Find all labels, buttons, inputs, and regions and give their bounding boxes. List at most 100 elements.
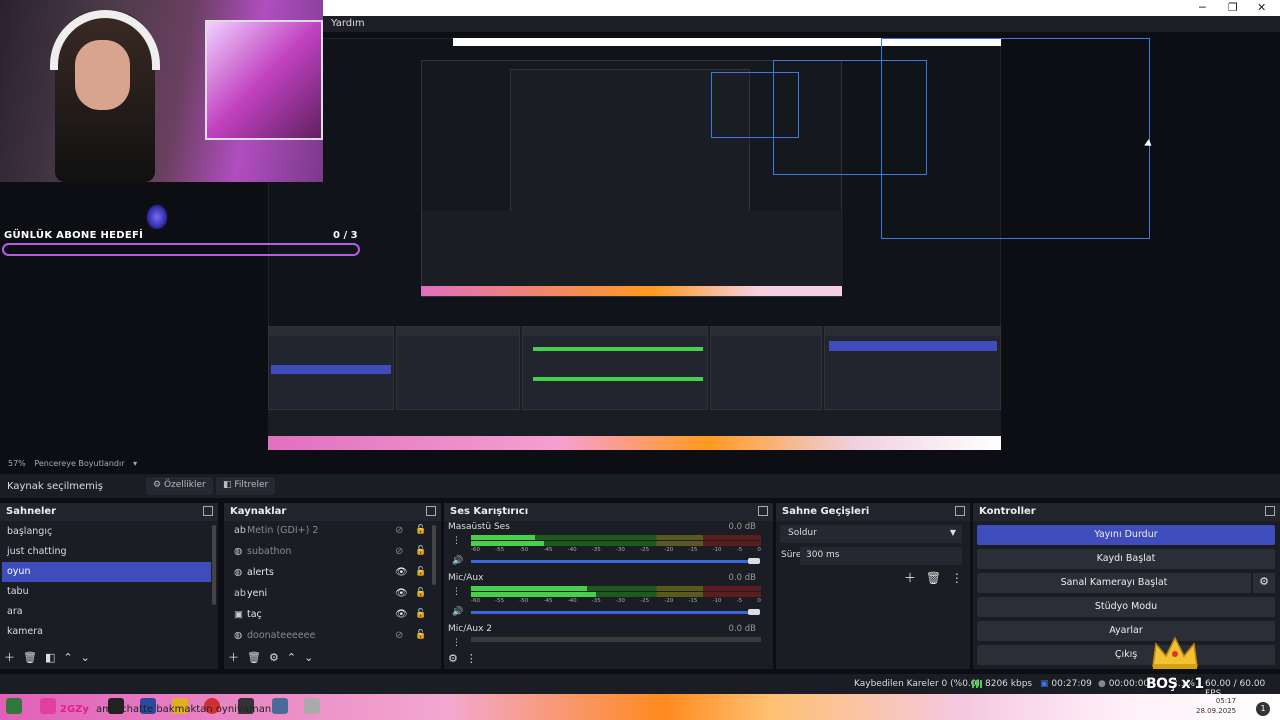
volume-meter [471, 535, 761, 540]
lock-icon[interactable]: 🔓 [415, 525, 426, 535]
menu-dots-icon[interactable]: ⋮ [951, 571, 963, 585]
channel-name: Mic/Aux [448, 573, 484, 583]
exit-button[interactable]: Çıkış [977, 645, 1275, 665]
volume-meter [471, 541, 761, 546]
lock-icon[interactable]: 🔓 [415, 546, 426, 556]
scenes-dock: Sahneler başlangıç just chatting oyun tabu a… [0, 503, 218, 669]
eye-off-icon[interactable]: ⊘ [395, 525, 403, 536]
slider-handle[interactable] [748, 609, 760, 615]
source-item[interactable]: ◍ subathon ⊘ 🔓 [230, 543, 430, 563]
tick-label: -15 [688, 598, 698, 604]
chevron-up-icon[interactable]: ⌃ [287, 651, 296, 664]
settings-button[interactable]: Ayarlar [977, 621, 1275, 641]
source-item[interactable]: ▣ taç 👁 🔓 [230, 606, 430, 626]
lock-icon[interactable]: 🔓 [415, 609, 426, 619]
tick-label: -45 [543, 547, 553, 553]
chevron-up-icon[interactable]: ⌃ [63, 651, 72, 664]
tick-label: -25 [640, 598, 650, 604]
volume-slider[interactable] [471, 558, 760, 564]
undock-icon[interactable] [426, 506, 436, 516]
eye-icon[interactable]: 👁 [395, 588, 408, 599]
lock-icon[interactable]: 🔓 [415, 567, 426, 577]
filter-icon[interactable]: ◧ [45, 651, 55, 664]
scene-item[interactable]: başlangıç [2, 522, 211, 542]
minimize-button[interactable]: ─ [1199, 1, 1206, 14]
transition-select[interactable]: Soldur ▼ [780, 525, 962, 543]
advanced-audio-icon[interactable]: ⚙ [448, 652, 458, 665]
source-item[interactable]: abyeni 👁 🔓 [230, 585, 430, 605]
trash-icon[interactable]: 🗑 [926, 571, 941, 585]
tick-label: -50 [519, 547, 529, 553]
speaker-icon[interactable]: 🔊 [452, 607, 463, 617]
eye-icon[interactable]: 👁 [395, 609, 408, 620]
filters-button[interactable]: ◧ Filtreler [216, 477, 276, 495]
start-virtual-camera-button[interactable]: Sanal Kamerayı Başlat [977, 573, 1251, 593]
source-list: abMetin (GDI+) 2 ⊘ 🔓 ◍ subathon ⊘ 🔓 ◍ alerts 👁 🔓 ab… [224, 522, 441, 669]
trash-icon[interactable]: 🗑 [23, 651, 37, 664]
add-icon[interactable]: ＋ [904, 571, 916, 585]
source-item[interactable]: ◍ doonateeeeee ⊘ 🔓 [230, 627, 430, 647]
eye-off-icon[interactable]: ⊘ [395, 546, 403, 557]
undock-icon[interactable] [203, 506, 213, 516]
eye-off-icon[interactable]: ⊘ [395, 630, 403, 641]
chevron-down-icon[interactable]: ▾ [133, 459, 137, 468]
restore-button[interactable]: ❐ [1228, 1, 1238, 14]
audio-mixer-dock: Ses Karıştırıcı Masaüstü Ses 0.0 dB ⋮ -60 -5… [444, 503, 773, 669]
source-item[interactable]: abMetin (GDI+) 2 ⊘ 🔓 [230, 522, 430, 542]
tick-label: -5 [736, 598, 743, 604]
channel-db: 0.0 dB [728, 573, 756, 583]
menu-help[interactable]: Yardım [331, 18, 365, 29]
browser-icon: ◍ [234, 630, 243, 641]
sub-goal-count: 0 / 3 [333, 230, 358, 241]
undock-icon[interactable] [955, 506, 965, 516]
volume-meter [471, 637, 761, 642]
scene-item[interactable]: ara [2, 602, 211, 622]
lock-icon[interactable]: 🔓 [415, 630, 426, 640]
chevron-down-icon[interactable]: ⌄ [304, 651, 313, 664]
duration-input[interactable]: 300 ms [800, 547, 962, 565]
gear-icon[interactable]: ⚙ [269, 651, 279, 664]
scrollbar[interactable] [432, 525, 436, 585]
trash-icon[interactable]: 🗑 [247, 651, 261, 664]
scene-item[interactable]: kamera [2, 622, 211, 642]
scene-item[interactable]: oyun [2, 562, 211, 582]
mixer-channel: Mic/Aux 2 0.0 dB ⋮ [448, 624, 768, 674]
scene-item[interactable]: just chatting [2, 542, 211, 562]
dropped-frames: Kaybedilen Kareler 0 (%0.0) [854, 679, 981, 689]
menu-dots-icon[interactable]: ⋮ [452, 587, 461, 597]
menu-dots-icon[interactable]: ⋮ [452, 638, 461, 648]
taskbar-app-icon[interactable] [304, 698, 320, 714]
undock-icon[interactable] [1265, 506, 1275, 516]
add-icon[interactable]: ＋ [228, 651, 239, 664]
scale-mode-dropdown[interactable]: Pencereye Boyutlandır [34, 459, 124, 468]
scene-item[interactable]: tabu [2, 582, 211, 602]
window-title-bar: ─ ❐ ✕ [323, 0, 1280, 16]
taskbar-app-icon[interactable] [40, 698, 56, 714]
add-icon[interactable]: ＋ [4, 651, 15, 664]
studio-mode-button[interactable]: Stüdyo Modu [977, 597, 1275, 617]
tick-label: -60 [471, 547, 480, 553]
stop-stream-button[interactable]: Yayını Durdur [977, 525, 1275, 545]
start-recording-button[interactable]: Kaydı Başlat [977, 549, 1275, 569]
source-label: taç [247, 609, 262, 620]
scrollbar[interactable] [212, 525, 216, 605]
close-button[interactable]: ✕ [1257, 1, 1266, 14]
mixer-channel: Mic/Aux 0.0 dB ⋮ -60 -55 -50 -45 -40 -35 -30 -25 -2… [448, 573, 768, 623]
notification-badge[interactable]: 1 [1256, 702, 1270, 716]
lock-icon[interactable]: 🔓 [415, 588, 426, 598]
volume-slider[interactable] [471, 609, 760, 615]
slider-handle[interactable] [748, 558, 760, 564]
undock-icon[interactable] [758, 506, 768, 516]
chevron-down-icon[interactable]: ⌄ [81, 651, 90, 664]
taskbar-app-icon[interactable] [272, 698, 288, 714]
goal-orb-icon [146, 204, 168, 230]
properties-button[interactable]: ⚙ Özellikler [146, 477, 213, 495]
menu-dots-icon[interactable]: ⋮ [452, 536, 461, 546]
dock-title: Sahne Geçişleri [782, 506, 870, 517]
gear-icon[interactable]: ⚙ [1253, 573, 1275, 593]
eye-icon[interactable]: 👁 [395, 567, 408, 578]
taskbar-app-icon[interactable] [6, 698, 22, 714]
source-item[interactable]: ◍ alerts 👁 🔓 [230, 564, 430, 584]
speaker-icon[interactable]: 🔊 [452, 556, 463, 566]
menu-dots-icon[interactable]: ⋮ [466, 652, 477, 665]
